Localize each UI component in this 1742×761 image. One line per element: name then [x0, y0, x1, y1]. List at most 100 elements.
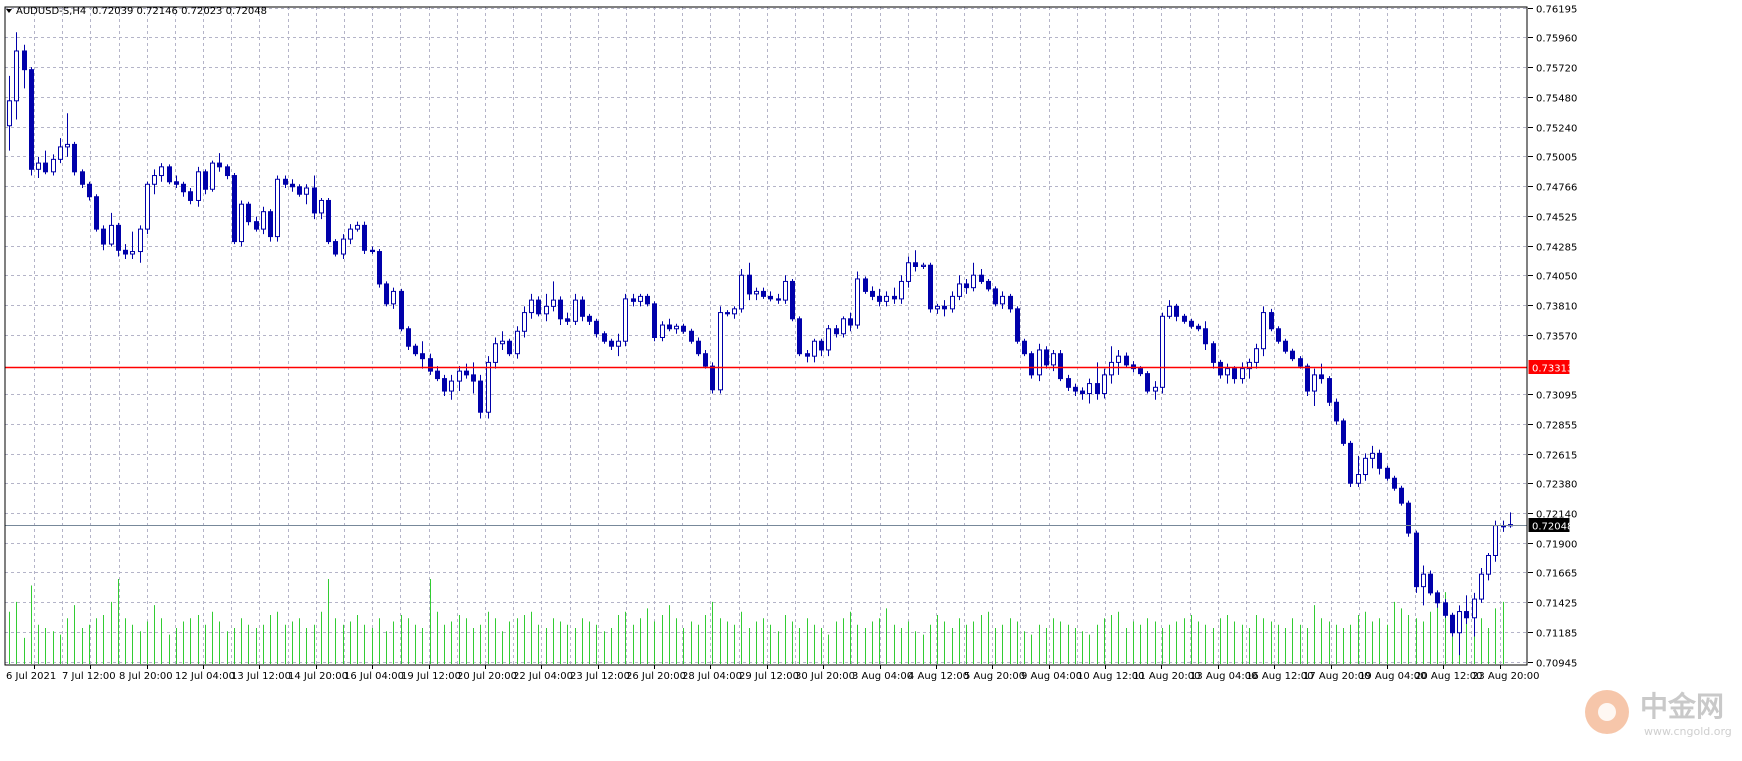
watermark: 中金网 www.cngold.org — [1585, 690, 1732, 738]
candle-body-bull — [1493, 525, 1498, 556]
candle-body-bear — [536, 299, 541, 315]
time-tick-label: 4 Aug 12:00 — [908, 671, 969, 682]
candle-body-bear — [667, 324, 672, 330]
price-tick-label: 0.75720 — [1536, 64, 1577, 75]
candle-body-bear — [1203, 328, 1208, 345]
candle-body-bull — [921, 264, 926, 267]
candle — [275, 175, 280, 242]
candle — [1276, 326, 1281, 344]
candle-body-bear — [406, 328, 411, 347]
price-tick-label: 0.73095 — [1536, 391, 1577, 402]
candle-body-bear — [333, 241, 338, 255]
candle-body-bear — [174, 181, 179, 185]
candle-body-bull — [855, 278, 860, 326]
candle-body-bull — [1457, 611, 1462, 634]
ohlc-label: 0.72039 0.72146 0.72023 0.72048 — [92, 6, 267, 17]
candle — [652, 301, 657, 342]
candle-body-bear — [993, 288, 998, 305]
candle-body-bull — [145, 183, 150, 230]
candle-body-bear — [1008, 295, 1013, 310]
candle-body-bear — [72, 143, 77, 173]
candle-body-bear — [1305, 365, 1310, 392]
candle-body-bull — [950, 295, 955, 310]
candle-body-bear — [312, 187, 317, 214]
candle-body-bear — [1464, 611, 1469, 619]
candle-body-bull — [109, 224, 114, 245]
time-tick-label: 29 Jul 12:00 — [739, 671, 799, 682]
candle-body-bear — [1022, 340, 1027, 355]
candle — [406, 326, 411, 350]
candle-body-bear — [22, 50, 27, 71]
candle — [399, 288, 404, 332]
candle-body-bear — [1015, 308, 1020, 342]
candle — [1058, 349, 1063, 382]
candle-body-bear — [1392, 477, 1397, 489]
candle-body-bull — [1109, 361, 1114, 376]
time-tick-label: 19 Jul 12:00 — [401, 671, 461, 682]
price-tick-label: 0.75480 — [1536, 94, 1577, 105]
current-price-badge: 0.72048 — [1528, 518, 1573, 533]
candle-body-bear — [1399, 487, 1404, 504]
candle-body-bull — [1116, 355, 1121, 363]
candle-body-bear — [797, 318, 802, 355]
candle — [362, 221, 367, 255]
candle-body-bear — [203, 171, 208, 190]
chart-window[interactable]: 中金网 www.cngold.org 0.76195 0.75960 0.75720… — [0, 0, 1742, 761]
candle-body-bear — [435, 370, 440, 380]
candle-body-bear — [1443, 602, 1448, 616]
candle-body-bear — [913, 262, 918, 267]
candle-body-bear — [1428, 573, 1433, 594]
time-tick-label: 22 Jul 04:00 — [513, 671, 573, 682]
candle-body-bear — [863, 278, 868, 292]
candle-body-bull — [884, 295, 889, 302]
candle-body-bull — [1160, 315, 1165, 388]
candle-body-bear — [848, 318, 853, 326]
candle-body-bear — [1435, 592, 1440, 604]
price-tick-label: 0.74525 — [1536, 213, 1577, 224]
candle — [94, 194, 99, 232]
time-tick-label: 8 Jul 20:00 — [119, 671, 173, 682]
candle-body-bull — [1051, 353, 1056, 366]
candle-body-bull — [841, 318, 846, 335]
candle-body-bear — [232, 175, 237, 243]
candle-body-bear — [362, 224, 367, 251]
candlestick-chart[interactable]: 中金网 www.cngold.org 0.76195 0.75960 0.75720… — [0, 0, 1742, 761]
candle-body-bull — [1240, 368, 1245, 380]
candle-body-bull — [812, 340, 817, 357]
candle — [1348, 440, 1353, 487]
candle — [1392, 475, 1397, 491]
candle — [1305, 363, 1310, 397]
candle-body-bear — [1029, 353, 1034, 376]
candle-body-bear — [413, 345, 418, 355]
candle-body-bear — [1073, 386, 1078, 392]
time-tick-label: 23 Aug 20:00 — [1472, 671, 1539, 682]
candle-body-bear — [587, 315, 592, 322]
chart-header: AUDUSD-S,H4 0.72039 0.72146 0.72023 0.72… — [6, 6, 267, 17]
candle-body-bull — [1254, 348, 1259, 363]
candle-body-bull — [138, 228, 143, 253]
watermark-cn-text: 中金网 — [1640, 690, 1724, 723]
candle-body-bear — [399, 290, 404, 330]
candle-body-bear — [986, 280, 991, 290]
candle-body-bull — [58, 146, 63, 160]
candle-body-bear — [1341, 420, 1346, 444]
price-tick-label: 0.70945 — [1536, 659, 1577, 670]
candle-body-bear — [580, 299, 585, 317]
candle-body-bear — [696, 340, 701, 355]
candle-body-bull — [457, 370, 462, 382]
candle-body-bear — [1189, 320, 1194, 327]
candle — [797, 316, 802, 357]
price-tick-label: 0.71185 — [1536, 629, 1577, 640]
candle-body-bull — [957, 283, 962, 297]
price-tick-label: 0.74766 — [1536, 183, 1577, 194]
candle — [1450, 612, 1455, 637]
candle — [1261, 306, 1266, 357]
candle-body-bear — [507, 340, 512, 355]
time-tick-label: 5 Aug 20:00 — [964, 671, 1025, 682]
candle-body-bull — [152, 175, 157, 185]
candle — [1406, 500, 1411, 537]
candle-body-bear — [1319, 374, 1324, 380]
candle-body-bear — [246, 203, 251, 223]
candle-body-bear — [254, 221, 259, 230]
candle-body-bear — [43, 162, 48, 173]
